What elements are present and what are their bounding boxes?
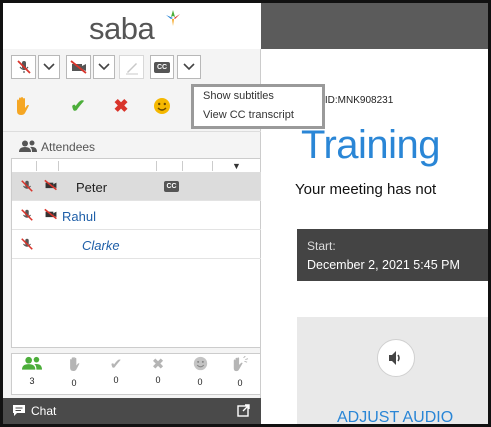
start-time-box: Start: December 2, 2021 5:45 PM <box>297 229 488 281</box>
meeting-title: Training <box>301 123 441 167</box>
sort-caret-icon[interactable]: ▼ <box>232 161 241 171</box>
raise-hand-count[interactable]: 0 <box>58 356 90 388</box>
camera-off-icon <box>44 179 57 191</box>
disagree-count[interactable]: ✖ 0 <box>142 356 174 386</box>
agree-count[interactable]: ✔ 0 <box>100 356 132 386</box>
applause-count[interactable]: 0 <box>224 355 256 388</box>
mic-options-dropdown[interactable] <box>38 55 60 79</box>
pen-icon <box>125 63 138 75</box>
checkmark-icon: ✔ <box>109 356 123 373</box>
camera-toggle-button[interactable] <box>66 55 91 79</box>
attendee-count[interactable]: 3 <box>16 356 48 386</box>
smile-count[interactable]: 0 <box>184 356 216 387</box>
camera-options-dropdown[interactable] <box>93 55 115 79</box>
chat-bar[interactable]: Chat <box>3 398 261 424</box>
attendee-row-clarke[interactable]: Clarke <box>12 231 262 259</box>
attendees-icon <box>22 356 42 370</box>
cc-badge: CC <box>164 181 179 192</box>
chat-label: Chat <box>31 404 57 418</box>
raise-hand-icon <box>17 97 29 115</box>
attendees-icon <box>19 140 37 152</box>
mic-toggle-button[interactable] <box>11 55 36 79</box>
logo: saba <box>3 3 261 49</box>
logo-mark-icon <box>166 10 180 26</box>
attendee-list-columns: ▼ <box>12 159 262 173</box>
x-icon: ✖ <box>113 95 129 116</box>
chevron-down-icon <box>183 63 195 71</box>
attendee-list: ▼ Peter CC Rahul Clarke <box>11 158 262 348</box>
cc-icon: CC <box>154 61 170 73</box>
mic-muted-icon <box>16 60 31 74</box>
checkmark-icon: ✔ <box>70 95 86 116</box>
applause-icon <box>233 355 249 372</box>
meeting-status: Your meeting has not <box>295 181 437 198</box>
left-panel: saba CC ✔ ✖ Attendees ▼ Peter CC Rahul C… <box>3 3 262 424</box>
meeting-content: ng ID:MNK908231 Training Your meeting ha… <box>261 3 488 424</box>
mic-muted-icon <box>21 209 33 221</box>
cc-options-dropdown[interactable] <box>177 55 201 79</box>
smile-icon <box>154 98 170 114</box>
agree-button[interactable]: ✔ <box>65 93 91 119</box>
mic-muted-icon <box>21 238 33 250</box>
disagree-button[interactable]: ✖ <box>108 93 134 119</box>
raise-hand-button[interactable] <box>9 93 35 119</box>
smile-icon <box>193 356 207 371</box>
attendee-name: Peter <box>76 180 108 195</box>
reaction-counters: 3 0 ✔ 0 ✖ 0 0 0 <box>11 353 261 395</box>
attendee-row-peter[interactable]: Peter CC <box>12 173 262 201</box>
attendee-name: Rahul <box>62 209 96 224</box>
audio-panel: ADJUST AUDIO <box>297 317 488 424</box>
attendees-label: Attendees <box>41 140 96 154</box>
chat-icon <box>13 405 25 416</box>
closed-caption-button[interactable]: CC <box>150 55 174 79</box>
camera-off-icon <box>69 60 87 74</box>
popout-icon[interactable] <box>237 404 250 417</box>
start-label: Start: <box>307 239 336 253</box>
menu-item-show-subtitles[interactable]: Show subtitles <box>203 90 274 102</box>
adjust-audio-link[interactable]: ADJUST AUDIO <box>337 409 453 424</box>
start-value: December 2, 2021 5:45 PM <box>307 258 460 272</box>
mic-muted-icon <box>21 180 33 192</box>
attendee-name: Clarke <box>82 238 120 253</box>
logo-text: saba <box>89 11 155 46</box>
attendees-header[interactable]: Attendees <box>3 131 261 159</box>
speaker-icon <box>389 351 400 365</box>
menu-item-view-cc-transcript[interactable]: View CC transcript <box>203 109 294 121</box>
smile-button[interactable] <box>149 93 175 119</box>
content-top-bar <box>261 3 488 49</box>
annotate-button[interactable] <box>119 55 144 79</box>
adjust-audio-button[interactable] <box>377 339 415 377</box>
raise-hand-icon <box>70 357 80 371</box>
attendee-row-rahul[interactable]: Rahul <box>12 202 262 230</box>
chevron-down-icon <box>98 63 110 71</box>
cc-dropdown-menu: Show subtitles View CC transcript <box>191 84 325 129</box>
camera-off-icon <box>44 208 57 220</box>
chevron-down-icon <box>43 63 55 71</box>
app-window: saba CC ✔ ✖ Attendees ▼ Peter CC Rahul C… <box>0 0 491 427</box>
x-icon: ✖ <box>151 356 165 373</box>
